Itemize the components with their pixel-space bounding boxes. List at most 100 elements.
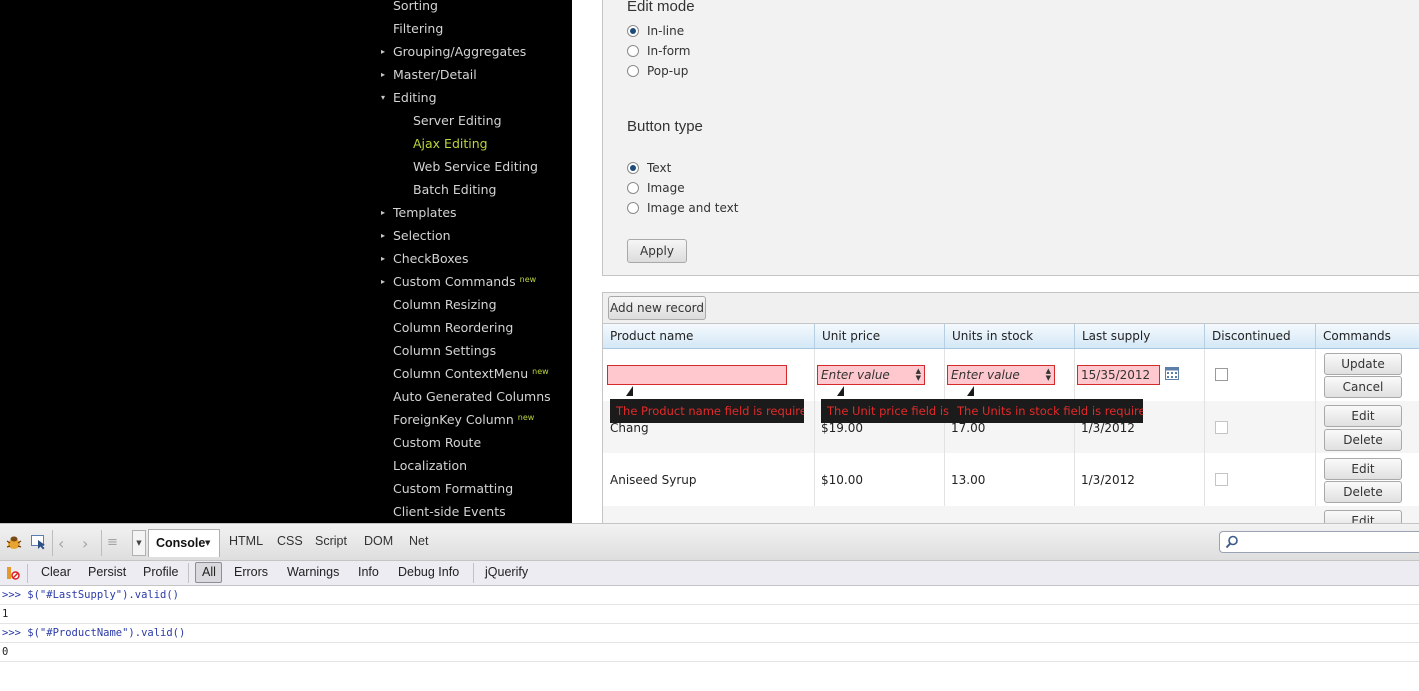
radio-selected-icon[interactable] — [627, 24, 639, 37]
column-divider — [814, 349, 815, 523]
collapsed-arrow-icon[interactable]: ▸ — [381, 250, 385, 268]
sidebar-item-column-settings[interactable]: Column Settings — [393, 342, 496, 360]
filter-warnings-button[interactable]: Warnings — [287, 565, 339, 579]
product-name-input[interactable] — [607, 365, 787, 385]
tab-html[interactable]: HTML — [229, 534, 263, 548]
units-in-stock-cell: 17.00 — [951, 421, 986, 435]
table-row-background — [603, 506, 1419, 523]
panel-menu-dropdown-icon[interactable]: ▼ — [132, 530, 146, 556]
spinner-arrows-icon[interactable]: ▲ ▼ — [916, 368, 921, 382]
tab-console[interactable]: Console ▼ — [148, 529, 220, 557]
sidebar-item-label: Localization — [393, 458, 468, 473]
delete-button[interactable]: Delete — [1324, 481, 1402, 503]
update-button[interactable]: Update — [1324, 353, 1402, 375]
inspect-element-icon[interactable] — [30, 534, 46, 550]
product-name-error-tooltip: The Product name field is required. — [610, 399, 804, 423]
calendar-icon[interactable] — [1165, 367, 1179, 380]
sidebar-item-column-reordering[interactable]: Column Reordering — [393, 319, 513, 337]
clear-button[interactable]: Clear — [41, 565, 71, 579]
edit-button[interactable]: Edit — [1324, 458, 1402, 480]
sidebar-item-grouping-aggregates[interactable]: Grouping/Aggregates — [393, 43, 526, 61]
edit-mode-inform-radio[interactable]: In-form — [627, 43, 690, 59]
forward-icon[interactable]: › — [82, 534, 88, 553]
radio-icon[interactable] — [627, 201, 639, 214]
sidebar-item-auto-generated-columns[interactable]: Auto Generated Columns — [393, 388, 551, 406]
sidebar-item-client-side-events[interactable]: Client-side Events — [393, 503, 506, 521]
column-header-units-in-stock[interactable]: Units in stock — [944, 324, 1074, 348]
collapsed-arrow-icon[interactable]: ▸ — [381, 66, 385, 84]
sidebar-item-editing[interactable]: Editing — [393, 89, 437, 107]
tab-net[interactable]: Net — [409, 534, 428, 548]
add-new-record-button[interactable]: Add new record — [608, 296, 706, 320]
radio-icon[interactable] — [627, 44, 639, 57]
collapsed-arrow-icon[interactable]: ▸ — [381, 273, 385, 291]
column-divider — [1204, 349, 1205, 523]
edit-mode-inline-radio[interactable]: In-line — [627, 23, 684, 39]
search-input[interactable] — [1219, 531, 1419, 553]
spinner-arrows-icon[interactable]: ▲ ▼ — [1046, 368, 1051, 382]
column-header-discontinued[interactable]: Discontinued — [1204, 324, 1315, 348]
column-header-unit-price[interactable]: Unit price — [814, 324, 944, 348]
sidebar-item-templates[interactable]: Templates — [393, 204, 457, 222]
firebug-bug-icon[interactable] — [5, 534, 23, 550]
apply-button[interactable]: Apply — [627, 239, 687, 263]
discontinued-checkbox[interactable] — [1215, 368, 1228, 381]
radio-icon[interactable] — [627, 64, 639, 77]
sidebar-item-label: Batch Editing — [413, 182, 497, 197]
tab-css[interactable]: CSS — [277, 534, 303, 548]
button-type-image-radio[interactable]: Image — [627, 180, 685, 196]
collapsed-arrow-icon[interactable]: ▸ — [381, 227, 385, 245]
filter-all-button[interactable]: All — [195, 562, 222, 583]
sidebar-item-checkboxes[interactable]: CheckBoxes — [393, 250, 469, 268]
sidebar-item-web-service-editing[interactable]: Web Service Editing — [413, 158, 538, 176]
sidebar-item-custom-commands[interactable]: Custom Commands new — [393, 273, 536, 291]
sidebar-item-master-detail[interactable]: Master/Detail — [393, 66, 477, 84]
clear-console-icon[interactable] — [6, 566, 20, 580]
sidebar-item-column-contextmenu[interactable]: Column ContextMenu new — [393, 365, 549, 383]
collapsed-arrow-icon[interactable]: ▸ — [381, 43, 385, 61]
unit-price-input[interactable]: Enter value ▲ ▼ — [817, 365, 925, 385]
button-type-text-radio[interactable]: Text — [627, 160, 671, 176]
sidebar-item-selection[interactable]: Selection — [393, 227, 451, 245]
column-header-last-supply[interactable]: Last supply — [1074, 324, 1204, 348]
filter-debug-info-button[interactable]: Debug Info — [398, 565, 459, 579]
demo-navigation-sidebar: Sorting Filtering ▸ Grouping/Aggregates ▸ Mas… — [0, 0, 572, 523]
filter-errors-button[interactable]: Errors — [234, 565, 268, 579]
delete-button[interactable]: Delete — [1324, 429, 1402, 451]
jquerify-button[interactable]: jQuerify — [485, 565, 528, 579]
sidebar-item-label: CheckBoxes — [393, 251, 469, 266]
cancel-button[interactable]: Cancel — [1324, 376, 1402, 398]
sidebar-item-custom-route[interactable]: Custom Route — [393, 434, 481, 452]
last-supply-datepicker-input[interactable]: 15/35/2012 — [1077, 365, 1160, 385]
column-header-product-name[interactable]: Product name — [603, 324, 814, 348]
unit-price-error-tooltip: The Unit price field is re — [821, 399, 955, 423]
collapsed-arrow-icon[interactable]: ▸ — [381, 204, 385, 222]
edit-button[interactable]: Edit — [1324, 405, 1402, 427]
sidebar-item-localization[interactable]: Localization — [393, 457, 467, 475]
discontinued-checkbox — [1215, 421, 1228, 434]
button-type-image-text-radio[interactable]: Image and text — [627, 200, 738, 216]
sidebar-item-server-editing[interactable]: Server Editing — [413, 112, 502, 130]
radio-selected-icon[interactable] — [627, 161, 639, 174]
back-icon[interactable]: ‹ — [58, 534, 64, 553]
persist-button[interactable]: Persist — [88, 565, 126, 579]
chevron-down-icon[interactable]: ▼ — [205, 539, 210, 547]
edit-mode-popup-radio[interactable]: Pop-up — [627, 63, 688, 79]
sidebar-item-custom-formatting[interactable]: Custom Formatting — [393, 480, 513, 498]
radio-icon[interactable] — [627, 181, 639, 194]
sidebar-item-sorting[interactable]: Sorting — [393, 0, 438, 15]
edit-button[interactable]: Edit — [1324, 510, 1402, 523]
profile-button[interactable]: Profile — [143, 565, 178, 579]
unit-price-cell: $19.00 — [821, 421, 863, 435]
units-in-stock-input[interactable]: Enter value ▲ ▼ — [947, 365, 1055, 385]
tab-script[interactable]: Script — [315, 534, 347, 548]
sidebar-item-foreignkey-column[interactable]: ForeignKey Column new — [393, 411, 534, 429]
filter-info-button[interactable]: Info — [358, 565, 379, 579]
tab-dom[interactable]: DOM — [364, 534, 393, 548]
sidebar-item-filtering[interactable]: Filtering — [393, 20, 443, 38]
sidebar-item-batch-editing[interactable]: Batch Editing — [413, 181, 496, 199]
sidebar-item-ajax-editing[interactable]: Ajax Editing — [413, 135, 488, 153]
expanded-arrow-icon[interactable]: ▾ — [381, 89, 385, 107]
sidebar-item-column-resizing[interactable]: Column Resizing — [393, 296, 497, 314]
stack-icon[interactable]: ≡ — [107, 535, 118, 550]
